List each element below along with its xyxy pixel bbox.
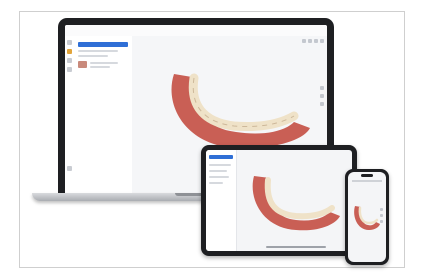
dental-arch-model (252, 176, 340, 231)
tool-icon[interactable] (67, 49, 72, 54)
tablet (201, 145, 357, 256)
text-line (90, 61, 118, 64)
view-control-icon[interactable] (380, 208, 383, 211)
view-control-icon[interactable] (308, 39, 312, 43)
phone (345, 169, 389, 265)
dynamic-island (361, 174, 373, 177)
phone-header-bar (352, 180, 382, 182)
view-control-icon[interactable] (320, 86, 324, 90)
text-line (78, 55, 108, 57)
dental-arch-model (354, 206, 380, 230)
text-line (90, 65, 110, 68)
view-control-icon[interactable] (320, 102, 324, 106)
primary-button[interactable] (78, 42, 128, 47)
model-row[interactable] (78, 61, 128, 68)
tablet-screen (206, 150, 352, 251)
home-indicator (266, 246, 326, 248)
side-panel (74, 36, 133, 193)
tablet-side-panel (206, 150, 237, 251)
text-lines (209, 164, 233, 188)
showcase-frame (19, 11, 405, 268)
view-control-icon[interactable] (314, 39, 318, 43)
view-control-icon[interactable] (320, 94, 324, 98)
tool-icon[interactable] (67, 40, 72, 45)
tool-icon[interactable] (67, 67, 72, 72)
view-side-tools (320, 86, 324, 106)
phone-view-tools (380, 208, 383, 223)
phone-screen (348, 172, 386, 262)
model-thumbnail (78, 61, 87, 68)
primary-button[interactable] (209, 155, 233, 159)
view-control-icon[interactable] (380, 220, 383, 223)
settings-icon[interactable] (67, 166, 72, 171)
text-line (78, 50, 118, 52)
view-control-icon[interactable] (320, 39, 324, 43)
view-toolbar (302, 39, 324, 43)
tool-icon[interactable] (67, 58, 72, 63)
panel-tabs (74, 36, 132, 39)
view-control-icon[interactable] (302, 39, 306, 43)
view-control-icon[interactable] (380, 214, 383, 217)
